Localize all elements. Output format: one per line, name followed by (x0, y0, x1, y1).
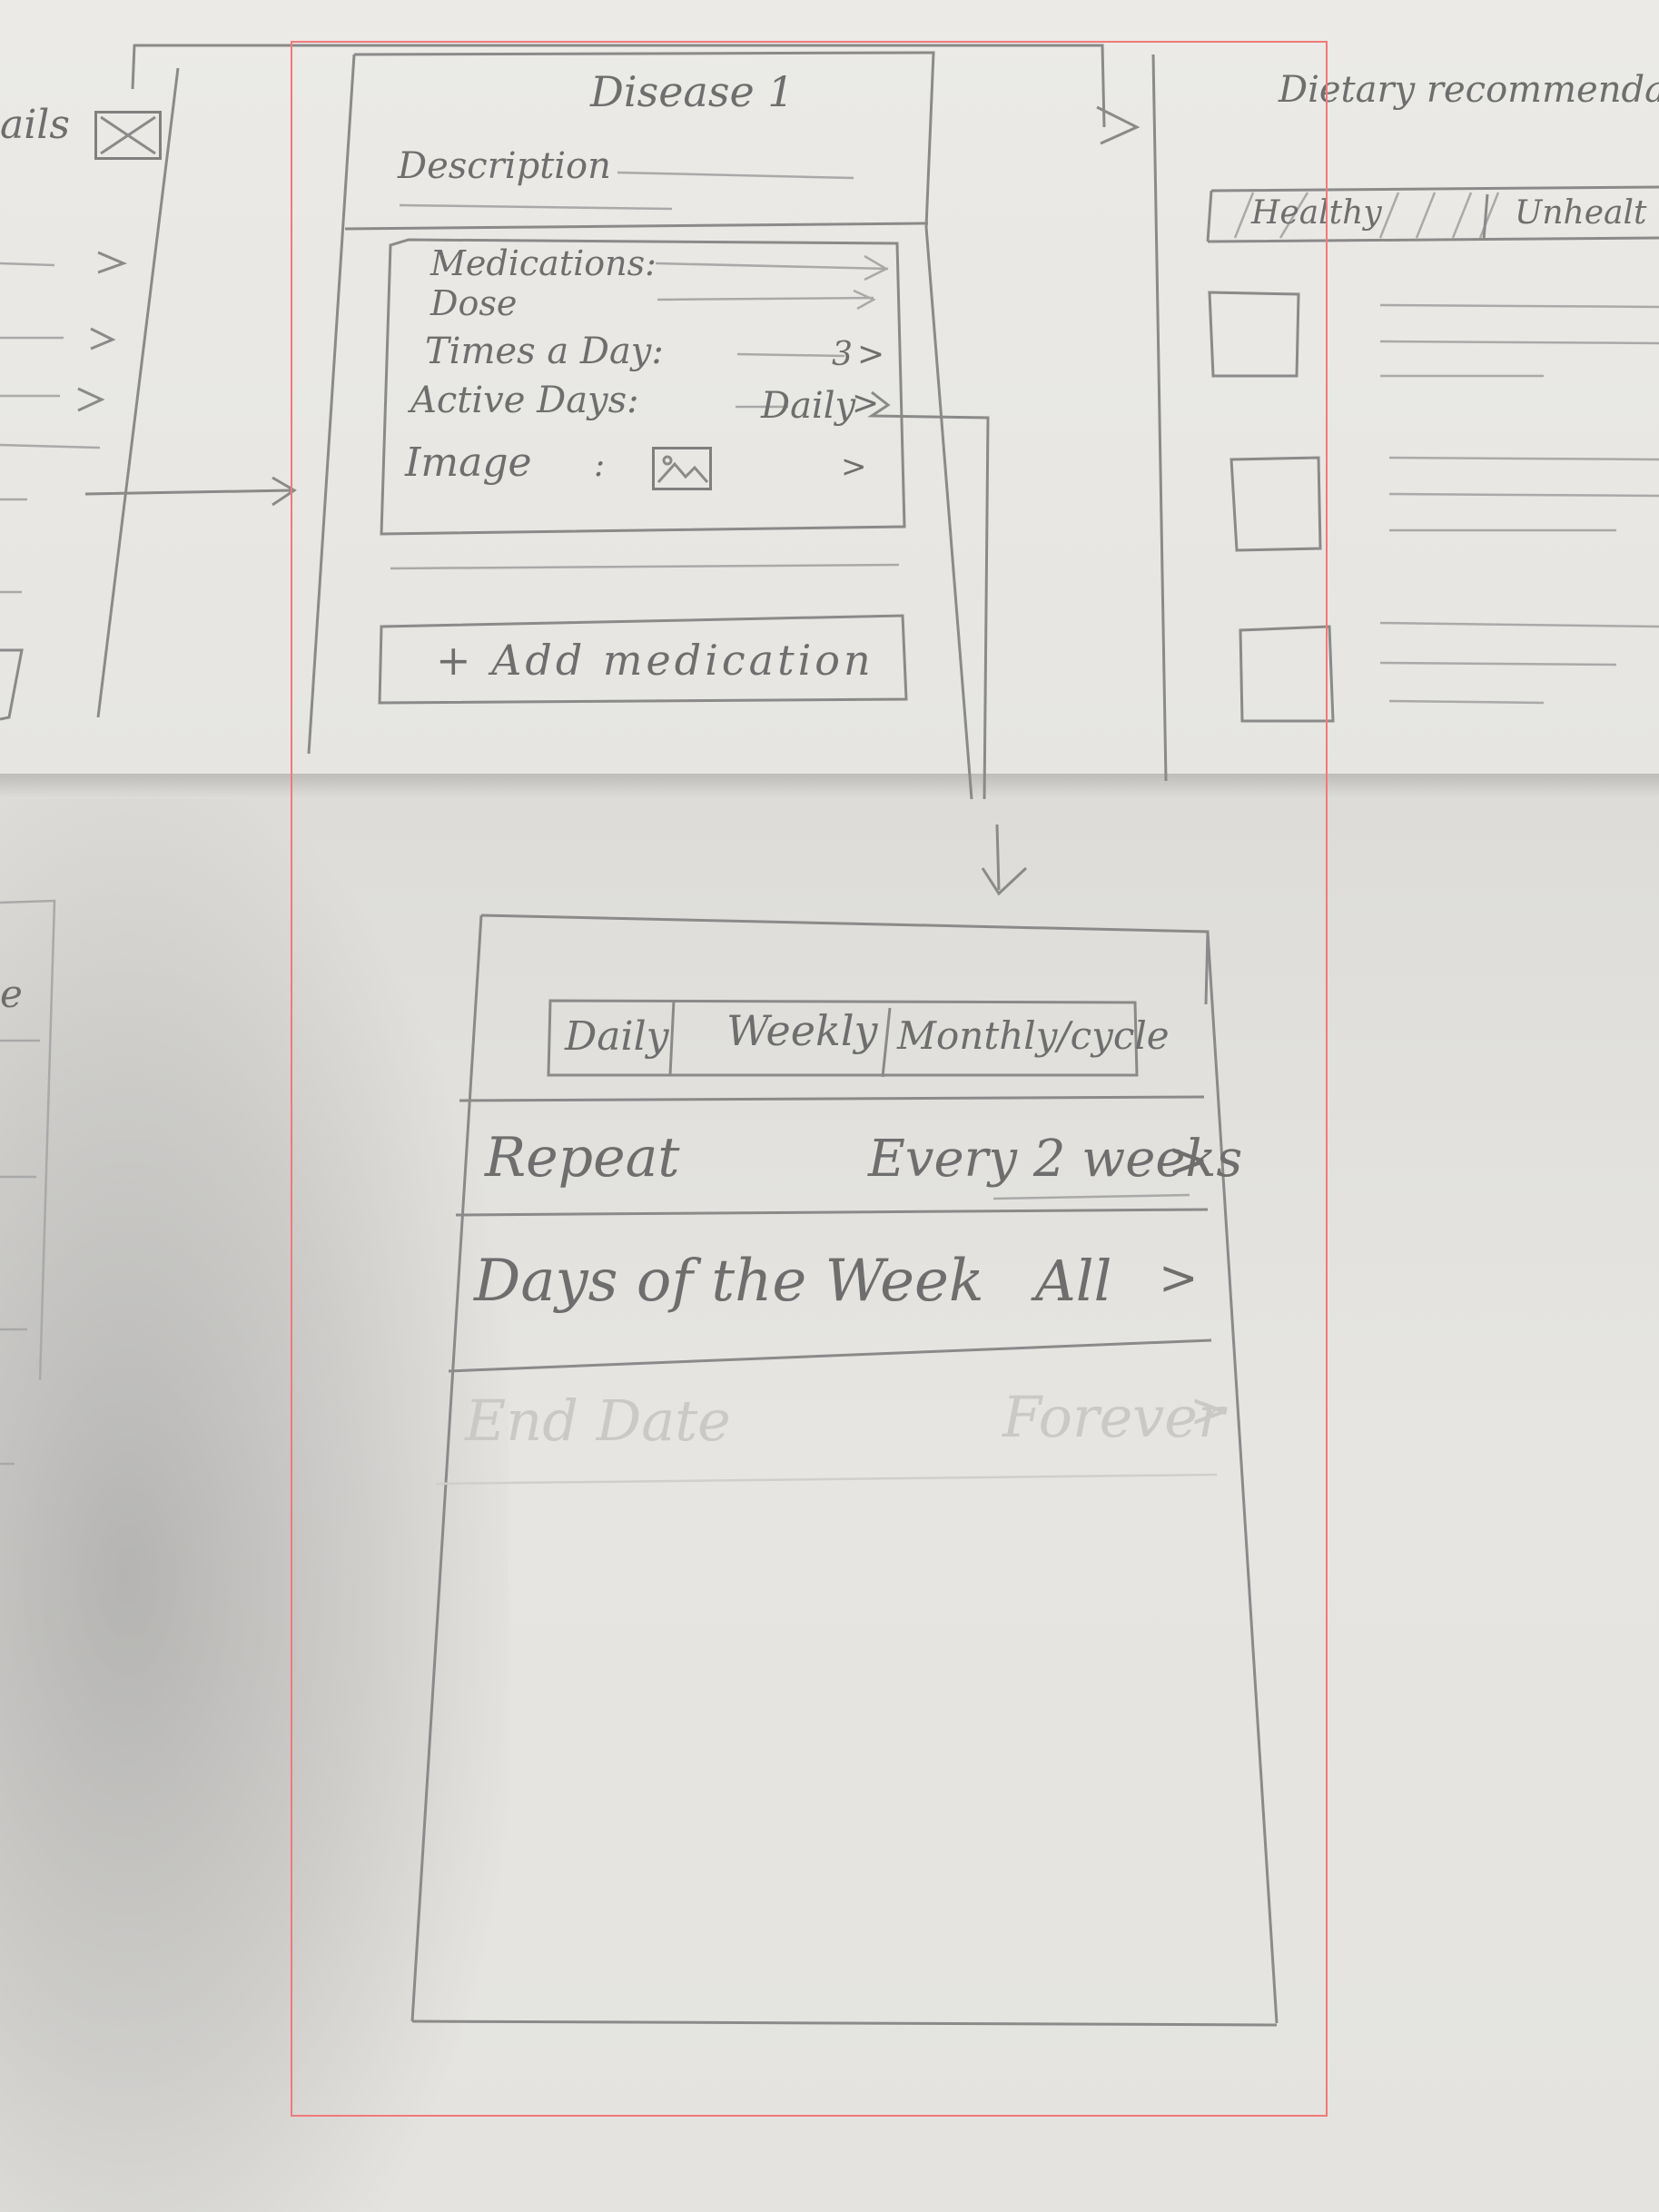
left-chevron-2 (90, 327, 116, 351)
selection-frame (291, 41, 1328, 2117)
tab-unhealthy[interactable]: Unhealt (1515, 194, 1646, 232)
left-chevron-1 (97, 251, 128, 274)
left-screen-edge (96, 67, 180, 718)
x-box-icon[interactable] (94, 111, 162, 160)
diet-title: Dietary recommendat (1279, 69, 1659, 111)
food-description-lines (1379, 303, 1659, 705)
left-screen-lines (0, 262, 101, 594)
bottom-left-screen-text: e (0, 972, 23, 1016)
left-partial-box (0, 648, 24, 721)
diet-tab-divider (1482, 193, 1489, 241)
left-chevron-3 (77, 387, 105, 412)
flow-arrow-to-disease (84, 476, 297, 507)
left-screen-title: ails (0, 102, 70, 148)
